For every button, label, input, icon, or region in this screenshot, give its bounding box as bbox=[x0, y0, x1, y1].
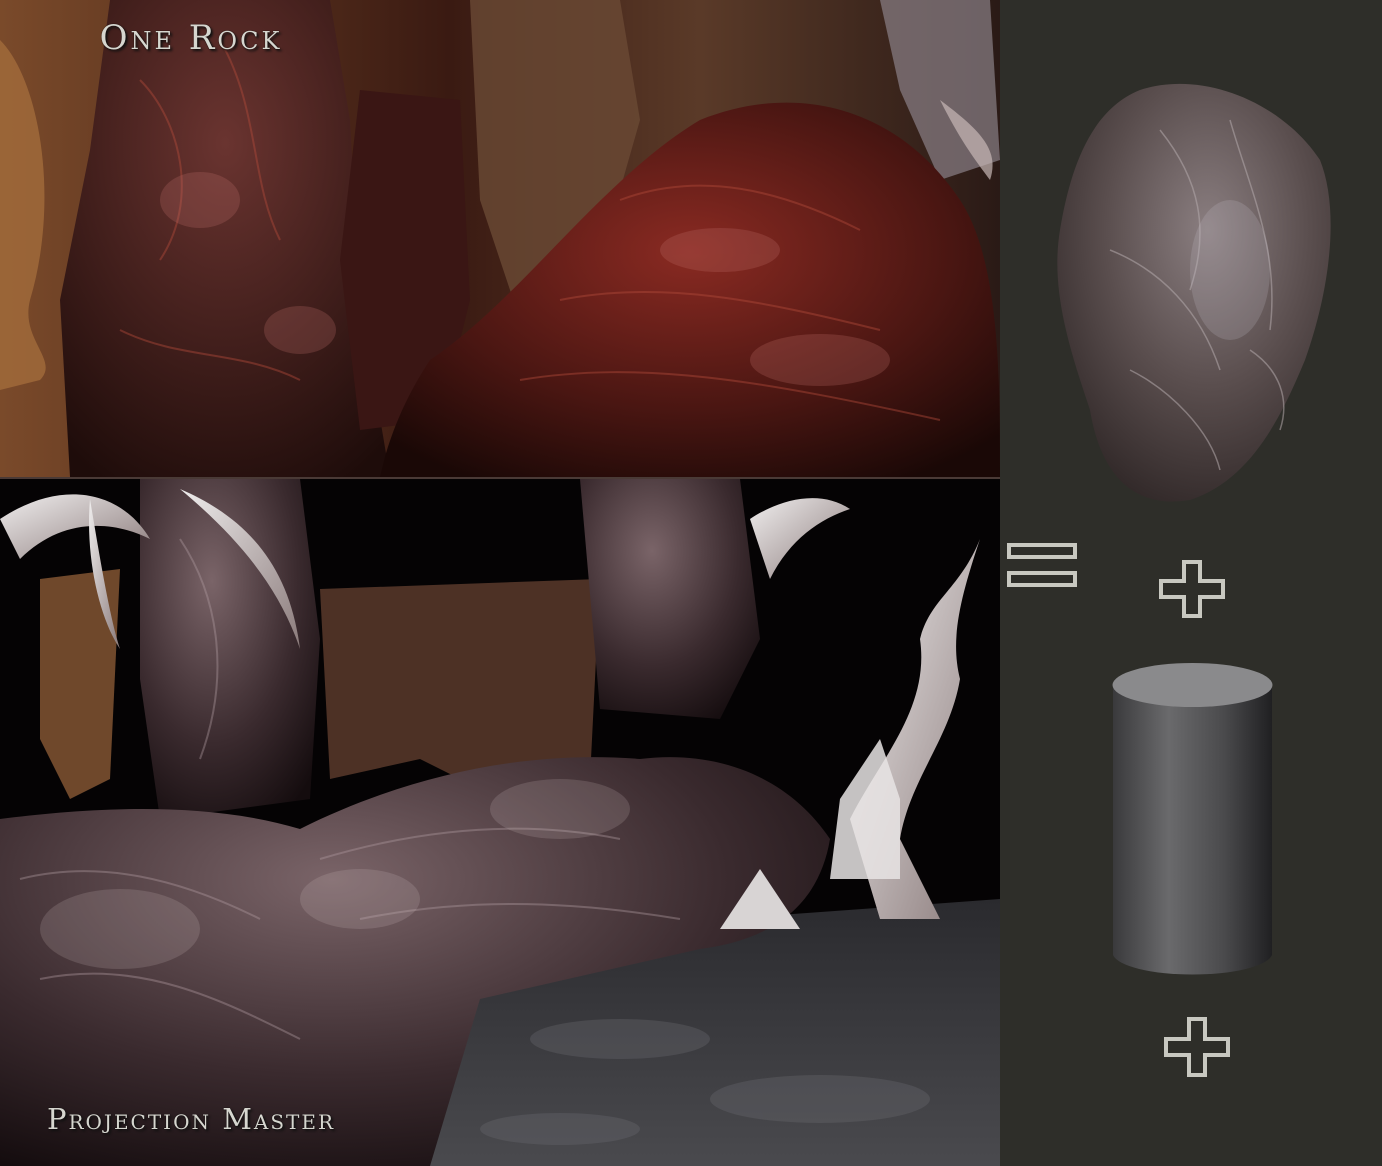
cavern-render-grey bbox=[0, 479, 1000, 1166]
render-view-top bbox=[0, 0, 1000, 477]
cavern-render-red bbox=[0, 0, 1000, 477]
equals-icon bbox=[1007, 543, 1077, 587]
cylinder-primitive bbox=[1112, 663, 1273, 975]
plus-icon bbox=[1159, 560, 1225, 618]
panel-title-bottom: Projection Master bbox=[46, 1102, 336, 1136]
plus-icon bbox=[1164, 1017, 1230, 1077]
rock-model bbox=[1057, 83, 1331, 502]
panel-title-top: One Rock bbox=[99, 18, 283, 58]
render-view-bottom bbox=[0, 479, 1000, 1166]
